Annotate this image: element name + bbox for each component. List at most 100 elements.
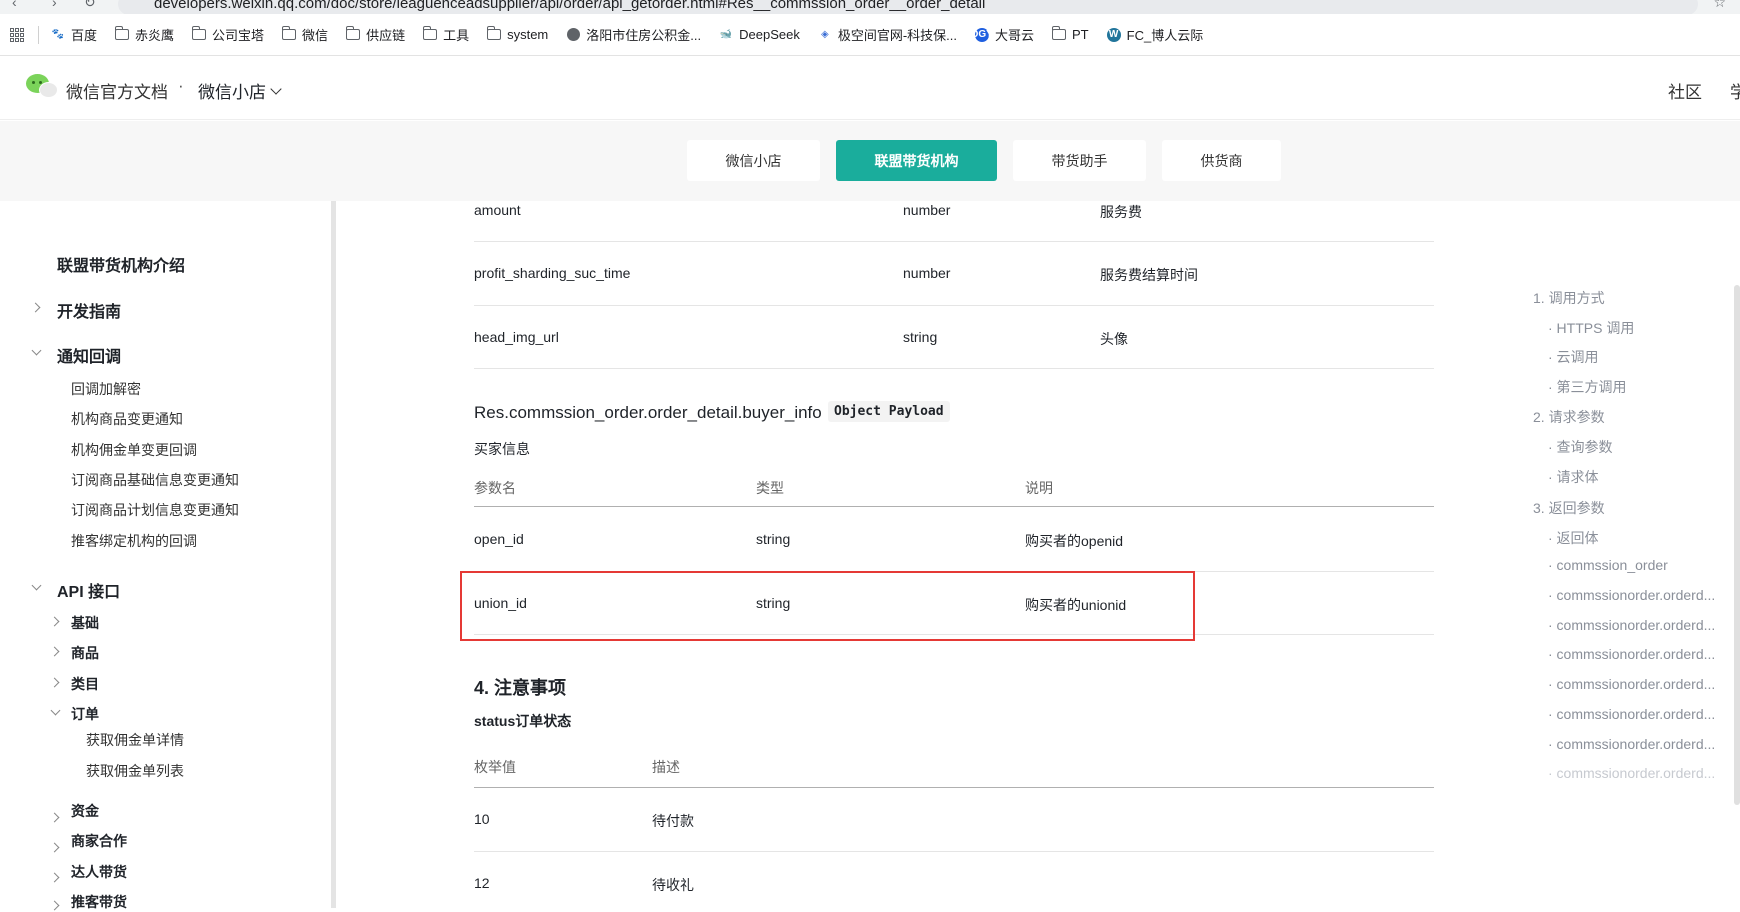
bookmark-fc[interactable]: W FC_博人云际	[1106, 25, 1204, 44]
column-header: 参数名	[474, 480, 516, 496]
sidebar-item-category[interactable]: 类目	[71, 674, 99, 694]
row-divider	[474, 368, 1434, 369]
bookmark-baidu[interactable]: 🐾 百度	[51, 25, 97, 44]
bookmark-label: 工具	[443, 28, 470, 43]
section-subtitle-status: status订单状态	[474, 713, 572, 729]
folder-icon	[422, 26, 438, 42]
toc-item[interactable]: · HTTPS 调用	[1548, 318, 1634, 338]
sidebar-nav	[0, 201, 333, 908]
bookmark-folder[interactable]: 工具	[422, 25, 470, 44]
sidebar-item-talent[interactable]: 达人带货	[71, 862, 127, 882]
sidebar-item-get-commission-detail[interactable]: 获取佣金单详情	[86, 730, 184, 750]
toc-item[interactable]: 2. 请求参数	[1533, 407, 1605, 427]
sidebar-divider[interactable]	[331, 201, 336, 908]
sidebar-item-intro[interactable]: 联盟带货机构介绍	[57, 252, 185, 276]
toc-item[interactable]: · commssion_order	[1548, 557, 1668, 573]
bookmark-star-icon[interactable]: ☆	[1713, 0, 1726, 11]
row-divider	[474, 305, 1434, 306]
section-title-buyer-info: Res.commssion_order.order_detail.buyer_i…	[474, 403, 822, 422]
bookmark-zspace[interactable]: ◈ 极空间官网-科技保...	[818, 25, 957, 44]
sidebar-item-get-commission-list[interactable]: 获取佣金单列表	[86, 761, 184, 781]
nav-link-cut[interactable]: 学	[1730, 78, 1740, 103]
sidebar-item-product[interactable]: 商品	[71, 643, 99, 663]
bookmark-folder[interactable]: system	[486, 26, 548, 42]
toc-item[interactable]: 1. 调用方式	[1533, 288, 1605, 308]
bookmark-label: 微信	[302, 28, 329, 43]
toc-item[interactable]: · 查询参数	[1548, 437, 1613, 457]
bookmark-label: FC_博人云际	[1126, 28, 1204, 43]
community-link[interactable]: 社区	[1668, 78, 1702, 103]
bookmark-label: 赤炎鹰	[135, 28, 175, 43]
tab-sales-assistant[interactable]: 带货助手	[1013, 140, 1146, 181]
toc-item[interactable]: · commssionorder.orderd...	[1548, 706, 1715, 722]
bookmark-label: 百度	[71, 28, 98, 43]
sidebar-item-api[interactable]: API 接口	[57, 578, 120, 602]
sidebar-item-subscribe-basic[interactable]: 订阅商品基础信息变更通知	[71, 470, 239, 490]
folder-icon	[1051, 26, 1067, 42]
enum-desc: 待付款	[652, 813, 694, 829]
param-name: profit_sharding_suc_time	[474, 265, 631, 281]
bookmark-folder[interactable]: PT	[1051, 26, 1089, 42]
tab-league-agency[interactable]: 联盟带货机构	[836, 140, 997, 181]
sidebar-item-commission-change[interactable]: 机构佣金单变更回调	[71, 440, 197, 460]
toc-item[interactable]: · commssionorder.orderd...	[1548, 736, 1715, 752]
param-name: open_id	[474, 531, 524, 547]
tab-weixin-store[interactable]: 微信小店	[687, 140, 820, 181]
bookmark-folder[interactable]: 供应链	[345, 25, 405, 44]
product-dropdown[interactable]: 微信小店	[198, 78, 282, 103]
sidebar-item-basic[interactable]: 基础	[71, 613, 99, 633]
folder-icon	[345, 26, 361, 42]
site-header: 微信官方文档 · 微信小店 社区 学	[0, 56, 1740, 120]
sidebar-item-promoter[interactable]: 推客带货	[71, 892, 127, 912]
param-type: string	[903, 329, 938, 345]
sidebar-item-merchant-coop[interactable]: 商家合作	[71, 831, 127, 851]
object-payload-tag: Object Payload	[828, 401, 950, 422]
bookmark-folder[interactable]: 微信	[281, 25, 329, 44]
site-title[interactable]: 微信官方文档	[66, 78, 168, 103]
folder-icon	[281, 26, 297, 42]
toc-item[interactable]: · 返回体	[1548, 528, 1599, 548]
bookmark-label: 公司宝塔	[212, 28, 265, 43]
toc-item[interactable]: · commssionorder.orderd...	[1548, 617, 1715, 633]
bookmark-luoyang[interactable]: 洛阳市住房公积金...	[566, 25, 701, 44]
toc-scrollbar[interactable]	[1734, 285, 1740, 805]
tab-supplier[interactable]: 供货商	[1162, 140, 1281, 181]
back-icon[interactable]: ‹	[12, 0, 17, 10]
forward-icon[interactable]: ›	[52, 0, 57, 10]
header-divider	[474, 787, 1434, 788]
apps-grid-icon[interactable]	[10, 27, 24, 42]
sidebar-item-product-change[interactable]: 机构商品变更通知	[71, 409, 183, 429]
toc-item[interactable]: · 云调用	[1548, 347, 1599, 367]
bookmark-folder[interactable]: 赤炎鹰	[114, 25, 175, 44]
sidebar-item-order[interactable]: 订单	[71, 704, 99, 724]
sidebar-item-promoter-bind[interactable]: 推客绑定机构的回调	[71, 531, 197, 551]
bookmark-label: PT	[1072, 27, 1089, 42]
sidebar-item-notify[interactable]: 通知回调	[57, 343, 121, 367]
sidebar-item-callback-crypto[interactable]: 回调加解密	[71, 379, 141, 399]
param-desc: 服务费结算时间	[1100, 267, 1198, 283]
enum-value: 10	[474, 811, 490, 827]
wordpress-icon: W	[1106, 27, 1121, 42]
toc-item[interactable]: · commssionorder.orderd...	[1548, 676, 1715, 692]
toc-item[interactable]: · 请求体	[1548, 467, 1599, 487]
toc-item[interactable]: · commssionorder.orderd...	[1548, 765, 1715, 781]
toc-item[interactable]: · commssionorder.orderd...	[1548, 587, 1715, 603]
enum-desc: 待收礼	[652, 877, 694, 893]
column-header: 枚举值	[474, 759, 516, 775]
reload-icon[interactable]: ↻	[84, 0, 96, 11]
bookmark-label: DeepSeek	[739, 27, 800, 42]
product-label: 微信小店	[198, 83, 266, 102]
toc-item[interactable]: · 第三方调用	[1548, 377, 1627, 397]
sidebar-item-dev-guide[interactable]: 开发指南	[57, 298, 121, 322]
toc-item[interactable]: · commssionorder.orderd...	[1548, 646, 1715, 662]
address-bar[interactable]: developers.weixin.qq.com/doc/store/leagu…	[118, 0, 1698, 14]
header-divider	[474, 506, 1434, 507]
bookmark-dgy[interactable]: DGY 大哥云	[971, 25, 1034, 44]
wechat-logo-icon[interactable]	[26, 74, 58, 100]
sidebar-item-funds[interactable]: 资金	[71, 801, 99, 821]
sidebar-item-subscribe-plan[interactable]: 订阅商品计划信息变更通知	[71, 500, 239, 520]
toc-item[interactable]: 3. 返回参数	[1533, 498, 1605, 518]
enum-value: 12	[474, 875, 490, 891]
bookmark-deepseek[interactable]: 🐋 DeepSeek	[719, 27, 800, 42]
bookmark-folder[interactable]: 公司宝塔	[191, 25, 265, 44]
